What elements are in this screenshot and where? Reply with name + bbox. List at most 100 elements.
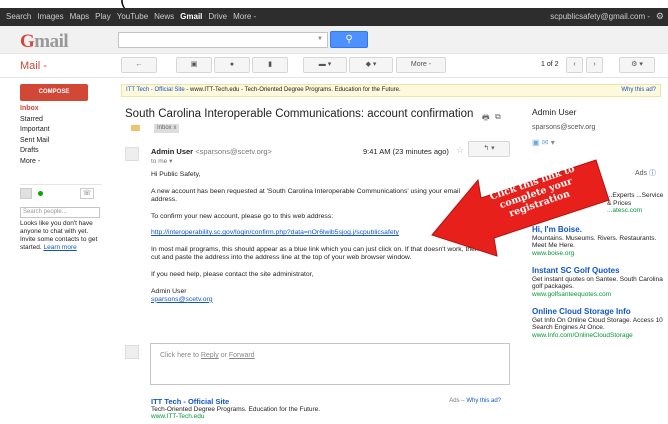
confirmation-link[interactable]: http://interoperability.sc.gov/login/con… (151, 229, 399, 236)
message-timestamp: 9:41 AM (23 minutes ago) (363, 147, 449, 156)
why-this-ad-link[interactable]: Why this ad? (466, 398, 501, 404)
pager-text: 1 of 2 (541, 61, 559, 68)
sender-email: <sparsons@scetv.org> (195, 147, 272, 156)
sidebar-item-starred[interactable]: Starred (20, 116, 100, 127)
body-paragraph: If you need help, please contact the sit… (151, 270, 314, 278)
sidebar-ad-title[interactable]: Instant SC Golf Quotes (532, 267, 667, 275)
delete-button[interactable]: ▮ (252, 57, 288, 73)
top-ad-title[interactable]: ITT Tech - Official Site (126, 87, 185, 93)
compose-button[interactable]: COMPOSE (20, 84, 88, 101)
search-button[interactable]: ⚲ (330, 31, 368, 48)
reply-icon: ↰ (483, 145, 490, 152)
inbox-label-tag[interactable]: Inbox x (154, 124, 180, 133)
sidebar-ad[interactable]: Online Cloud Storage Info Get Info On On… (532, 308, 667, 339)
sidebar-ad-url[interactable]: www.Info.com/OnlineCloudStorage (532, 332, 667, 340)
topnav-more[interactable]: More - (233, 12, 256, 21)
bottom-ad-url[interactable]: www.ITT-Tech.edu (151, 413, 511, 421)
topnav-search[interactable]: Search (6, 12, 31, 21)
print-icon[interactable]: 🖶 (482, 112, 490, 126)
avatar (125, 345, 139, 359)
sidebar-ad-title[interactable]: Online Cloud Storage Info (532, 308, 667, 316)
reply-link[interactable]: Reply (201, 352, 219, 359)
gmail-logo[interactable]: Gmail (20, 31, 69, 53)
sidebar-item-important[interactable]: Important (20, 126, 100, 137)
sender-name[interactable]: Admin User (151, 147, 193, 156)
sender-avatar (125, 147, 139, 161)
greeting: Hi Public Safety, (151, 171, 201, 178)
ads-label: Ads ⓘ (635, 170, 657, 177)
sidebar-ad-desc: Get instant quotes on Santee. South Caro… (532, 275, 663, 291)
forward-link[interactable]: Forward (229, 352, 255, 359)
chevron-left-icon: ‹ (573, 61, 576, 68)
topnav-play[interactable]: Play (95, 12, 111, 21)
trash-icon: ▮ (268, 61, 272, 68)
signature-name: Admin User (151, 287, 187, 295)
sidebar-ad-url[interactable]: www.golfsanteequotes.com (532, 291, 667, 299)
learn-more-link[interactable]: Learn more (44, 244, 77, 251)
folder-icon: ▬ ▾ (318, 61, 332, 68)
topnav-drive[interactable]: Drive (208, 12, 227, 21)
email-body: Hi Public Safety, A new account has been… (151, 171, 481, 304)
contact-actions: ▣ ✉ ▾ (532, 138, 555, 147)
topnav-gmail[interactable]: Gmail (180, 12, 202, 21)
move-to-button[interactable]: ▬ ▾ (303, 57, 347, 73)
sidebar-item-more[interactable]: More - (20, 158, 100, 169)
sidebar-ad-desc: Mountains. Museums. Rivers. Restaurants.… (532, 234, 657, 250)
topnav-maps[interactable]: Maps (70, 12, 90, 21)
chat-icon[interactable]: ▣ (532, 138, 540, 147)
report-spam-button[interactable]: ● (214, 57, 250, 73)
sidebar-ad[interactable]: Hi, I'm Boise. Mountains. Museums. River… (532, 226, 667, 257)
signature-email-link[interactable]: sparsons@scetv.org (151, 296, 213, 303)
sidebar-ad-url[interactable]: www.boise.org (532, 250, 667, 258)
reply-button[interactable]: ↰ ▾ (468, 141, 510, 157)
mail-menu[interactable]: Mail - (20, 60, 47, 72)
sidebar-ad-url[interactable]: ...atesc.com (532, 207, 667, 215)
sidebar-ad[interactable]: Instant SC Golf Quotes Get instant quote… (532, 267, 667, 298)
account-email[interactable]: scpublicsafety@gmail.com - (550, 12, 650, 21)
chevron-down-icon[interactable]: ▾ (169, 158, 172, 165)
phone-icon[interactable]: ☏ (80, 188, 94, 199)
gear-icon: ⚙ ▾ (631, 61, 643, 68)
body-paragraph: A new account has been requested at 'Sou… (151, 187, 461, 203)
reply-box[interactable]: Click here to Reply or Forward (150, 343, 510, 385)
chat-empty-note: Looks like you don't have anyone to chat… (20, 220, 98, 251)
back-button[interactable]: ← (121, 57, 157, 73)
topnav-news[interactable]: News (154, 12, 174, 21)
status-online-icon[interactable] (38, 191, 43, 196)
search-people-input[interactable]: Search people... (20, 207, 100, 218)
chevron-down-icon[interactable]: ▾ (551, 138, 555, 147)
labels-button[interactable]: ◆ ▾ (349, 57, 393, 73)
info-icon[interactable]: ⓘ (649, 170, 656, 177)
why-this-ad-link[interactable]: Why this ad? (621, 85, 656, 96)
sidebar-ad-title[interactable]: Hi, I'm Boise. (532, 226, 667, 234)
important-marker-icon[interactable] (131, 125, 140, 131)
annotation-text: Click this link to complete your registr… (488, 163, 577, 220)
archive-button[interactable]: ▣ (176, 57, 212, 73)
new-window-icon[interactable]: ⧉ (495, 112, 501, 122)
chevron-down-icon: ▾ (491, 145, 495, 152)
avatar[interactable] (20, 188, 32, 199)
sidebar-item-drafts[interactable]: Drafts (20, 147, 100, 158)
star-icon[interactable]: ☆ (456, 145, 464, 156)
toolbar: Mail - ← ▣ ● ▮ ▬ ▾ ◆ ▾ More - 1 of 2 ‹ ›… (0, 54, 668, 78)
google-top-bar: Search Images Maps Play YouTube News Gma… (0, 8, 668, 26)
mail-icon[interactable]: ✉ (542, 138, 549, 147)
older-button[interactable]: › (586, 57, 603, 73)
more-button[interactable]: More - (396, 57, 446, 73)
topnav-images[interactable]: Images (37, 12, 63, 21)
contact-name: Admin User (532, 107, 577, 117)
body-paragraph: To confirm your new account, please go t… (151, 212, 334, 220)
top-nav: Search Images Maps Play YouTube News Gma… (6, 12, 256, 21)
sidebar-item-sent[interactable]: Sent Mail (20, 137, 100, 148)
email-subject: South Carolina Interoperable Communicati… (125, 108, 474, 120)
search-input[interactable]: ▼ (118, 32, 328, 48)
chevron-down-icon[interactable]: ▼ (317, 36, 323, 42)
chevron-right-icon: › (593, 61, 596, 68)
newer-button[interactable]: ‹ (566, 57, 583, 73)
label-icon: ◆ ▾ (365, 61, 377, 68)
topnav-youtube[interactable]: YouTube (117, 12, 148, 21)
settings-button[interactable]: ⚙ ▾ (619, 57, 655, 73)
recipient-line[interactable]: to me ▾ (151, 157, 172, 165)
sidebar-item-inbox[interactable]: Inbox (20, 105, 100, 116)
gear-icon[interactable]: ⚙ (656, 11, 664, 22)
